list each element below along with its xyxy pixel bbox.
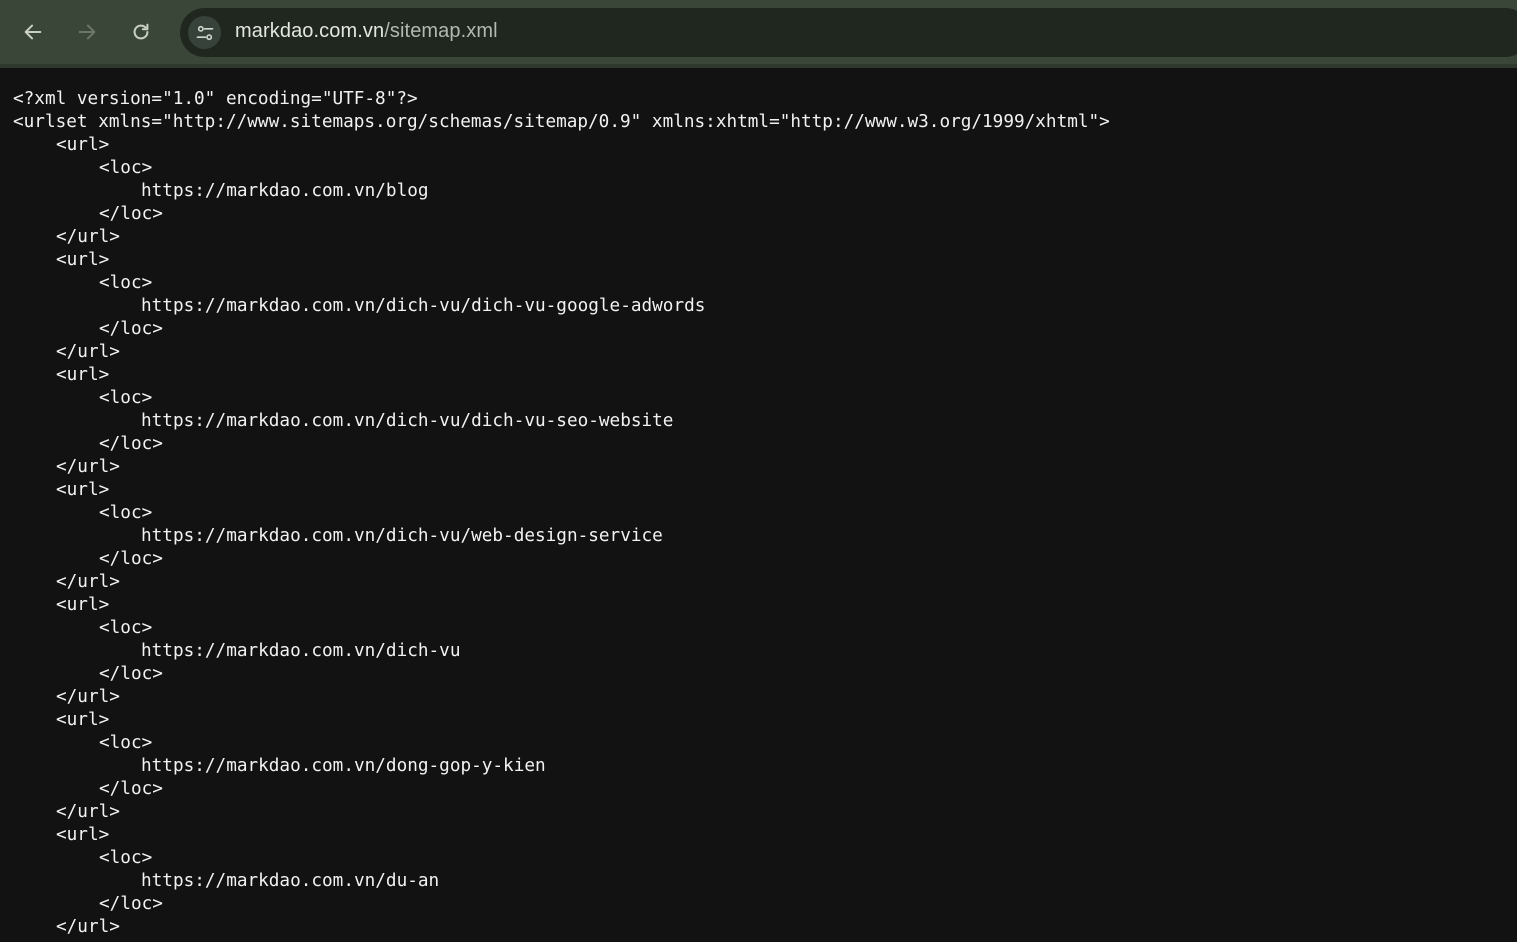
url-close-tag: </url> bbox=[56, 227, 120, 247]
toolbar-divider bbox=[0, 64, 1517, 68]
url-close-tag: </url> bbox=[56, 802, 120, 822]
url-entry: <url> <loc> https://markdao.com.vn/dich-vu… bbox=[13, 594, 1503, 709]
loc-open-tag: <loc> bbox=[99, 158, 153, 178]
url-entry: <url> <loc> https://markdao.com.vn/blog </l… bbox=[13, 134, 1503, 249]
loc-open-tag: <loc> bbox=[99, 618, 153, 638]
arrow-left-icon bbox=[24, 24, 42, 40]
url-close-tag: </url> bbox=[56, 572, 120, 592]
loc-close-tag: </loc> bbox=[99, 204, 163, 224]
urlset-open-tag: <urlset xmlns="http://www.sitemaps.org/s… bbox=[13, 112, 1110, 132]
address-bar[interactable]: markdao.com.vn/sitemap.xml bbox=[180, 8, 1517, 57]
url-open-tag: <url> bbox=[56, 595, 110, 615]
url-open-tag: <url> bbox=[56, 825, 110, 845]
loc-value: https://markdao.com.vn/blog bbox=[141, 181, 429, 201]
url-entry: <url> <loc> https://markdao.com.vn/dong-go… bbox=[13, 709, 1503, 824]
url-open-tag: <url> bbox=[56, 365, 110, 385]
reload-icon bbox=[133, 23, 149, 40]
loc-close-tag: </loc> bbox=[99, 664, 163, 684]
url-open-tag: <url> bbox=[56, 250, 110, 270]
url-path: /sitemap.xml bbox=[384, 20, 498, 42]
loc-open-tag: <loc> bbox=[99, 848, 153, 868]
arrow-right-icon bbox=[78, 24, 96, 40]
forward-button[interactable] bbox=[69, 14, 105, 50]
tune-icon bbox=[196, 25, 213, 40]
loc-value: https://markdao.com.vn/dich-vu/dich-vu-g… bbox=[141, 296, 706, 316]
loc-close-tag: </loc> bbox=[99, 549, 163, 569]
url-entry: <url> <loc> https://markdao.com.vn/dich-vu… bbox=[13, 249, 1503, 364]
loc-value: https://markdao.com.vn/dong-gop-y-kien bbox=[141, 756, 546, 776]
url-open-tag: <url> bbox=[56, 480, 110, 500]
loc-open-tag: <loc> bbox=[99, 388, 153, 408]
loc-open-tag: <loc> bbox=[99, 733, 153, 753]
url-entry: <url> <loc> https://markdao.com.vn/du-an </… bbox=[13, 824, 1503, 939]
loc-open-tag: <loc> bbox=[99, 273, 153, 293]
loc-close-tag: </loc> bbox=[99, 434, 163, 454]
site-info-button[interactable] bbox=[188, 16, 221, 49]
url-text[interactable]: markdao.com.vn/sitemap.xml bbox=[235, 20, 498, 43]
url-host: markdao.com.vn bbox=[235, 20, 385, 42]
loc-value: https://markdao.com.vn/dich-vu/dich-vu-s… bbox=[141, 411, 674, 431]
url-open-tag: <url> bbox=[56, 710, 110, 730]
browser-toolbar: markdao.com.vn/sitemap.xml bbox=[0, 0, 1517, 68]
loc-close-tag: </loc> bbox=[99, 894, 163, 914]
back-button[interactable] bbox=[15, 14, 51, 50]
url-open-tag: <url> bbox=[56, 135, 110, 155]
loc-value: https://markdao.com.vn/dich-vu/web-desig… bbox=[141, 526, 663, 546]
reload-button[interactable] bbox=[123, 14, 159, 50]
url-close-tag: </url> bbox=[56, 687, 120, 707]
url-close-tag: </url> bbox=[56, 342, 120, 362]
url-close-tag: </url> bbox=[56, 457, 120, 477]
xml-viewer: <?xml version="1.0" encoding="UTF-8"?> <… bbox=[13, 88, 1503, 942]
url-entry: <url> <loc> https://markdao.com.vn/dich-vu… bbox=[13, 364, 1503, 479]
loc-close-tag: </loc> bbox=[99, 779, 163, 799]
url-entries: <url> <loc> https://markdao.com.vn/blog </l… bbox=[13, 134, 1503, 939]
loc-open-tag: <loc> bbox=[99, 503, 153, 523]
url-entry: <url> <loc> https://markdao.com.vn/dich-vu… bbox=[13, 479, 1503, 594]
loc-value: https://markdao.com.vn/du-an bbox=[141, 871, 440, 891]
url-close-tag: </url> bbox=[56, 917, 120, 937]
xml-declaration: <?xml version="1.0" encoding="UTF-8"?> bbox=[13, 89, 418, 109]
loc-close-tag: </loc> bbox=[99, 319, 163, 339]
loc-value: https://markdao.com.vn/dich-vu bbox=[141, 641, 461, 661]
